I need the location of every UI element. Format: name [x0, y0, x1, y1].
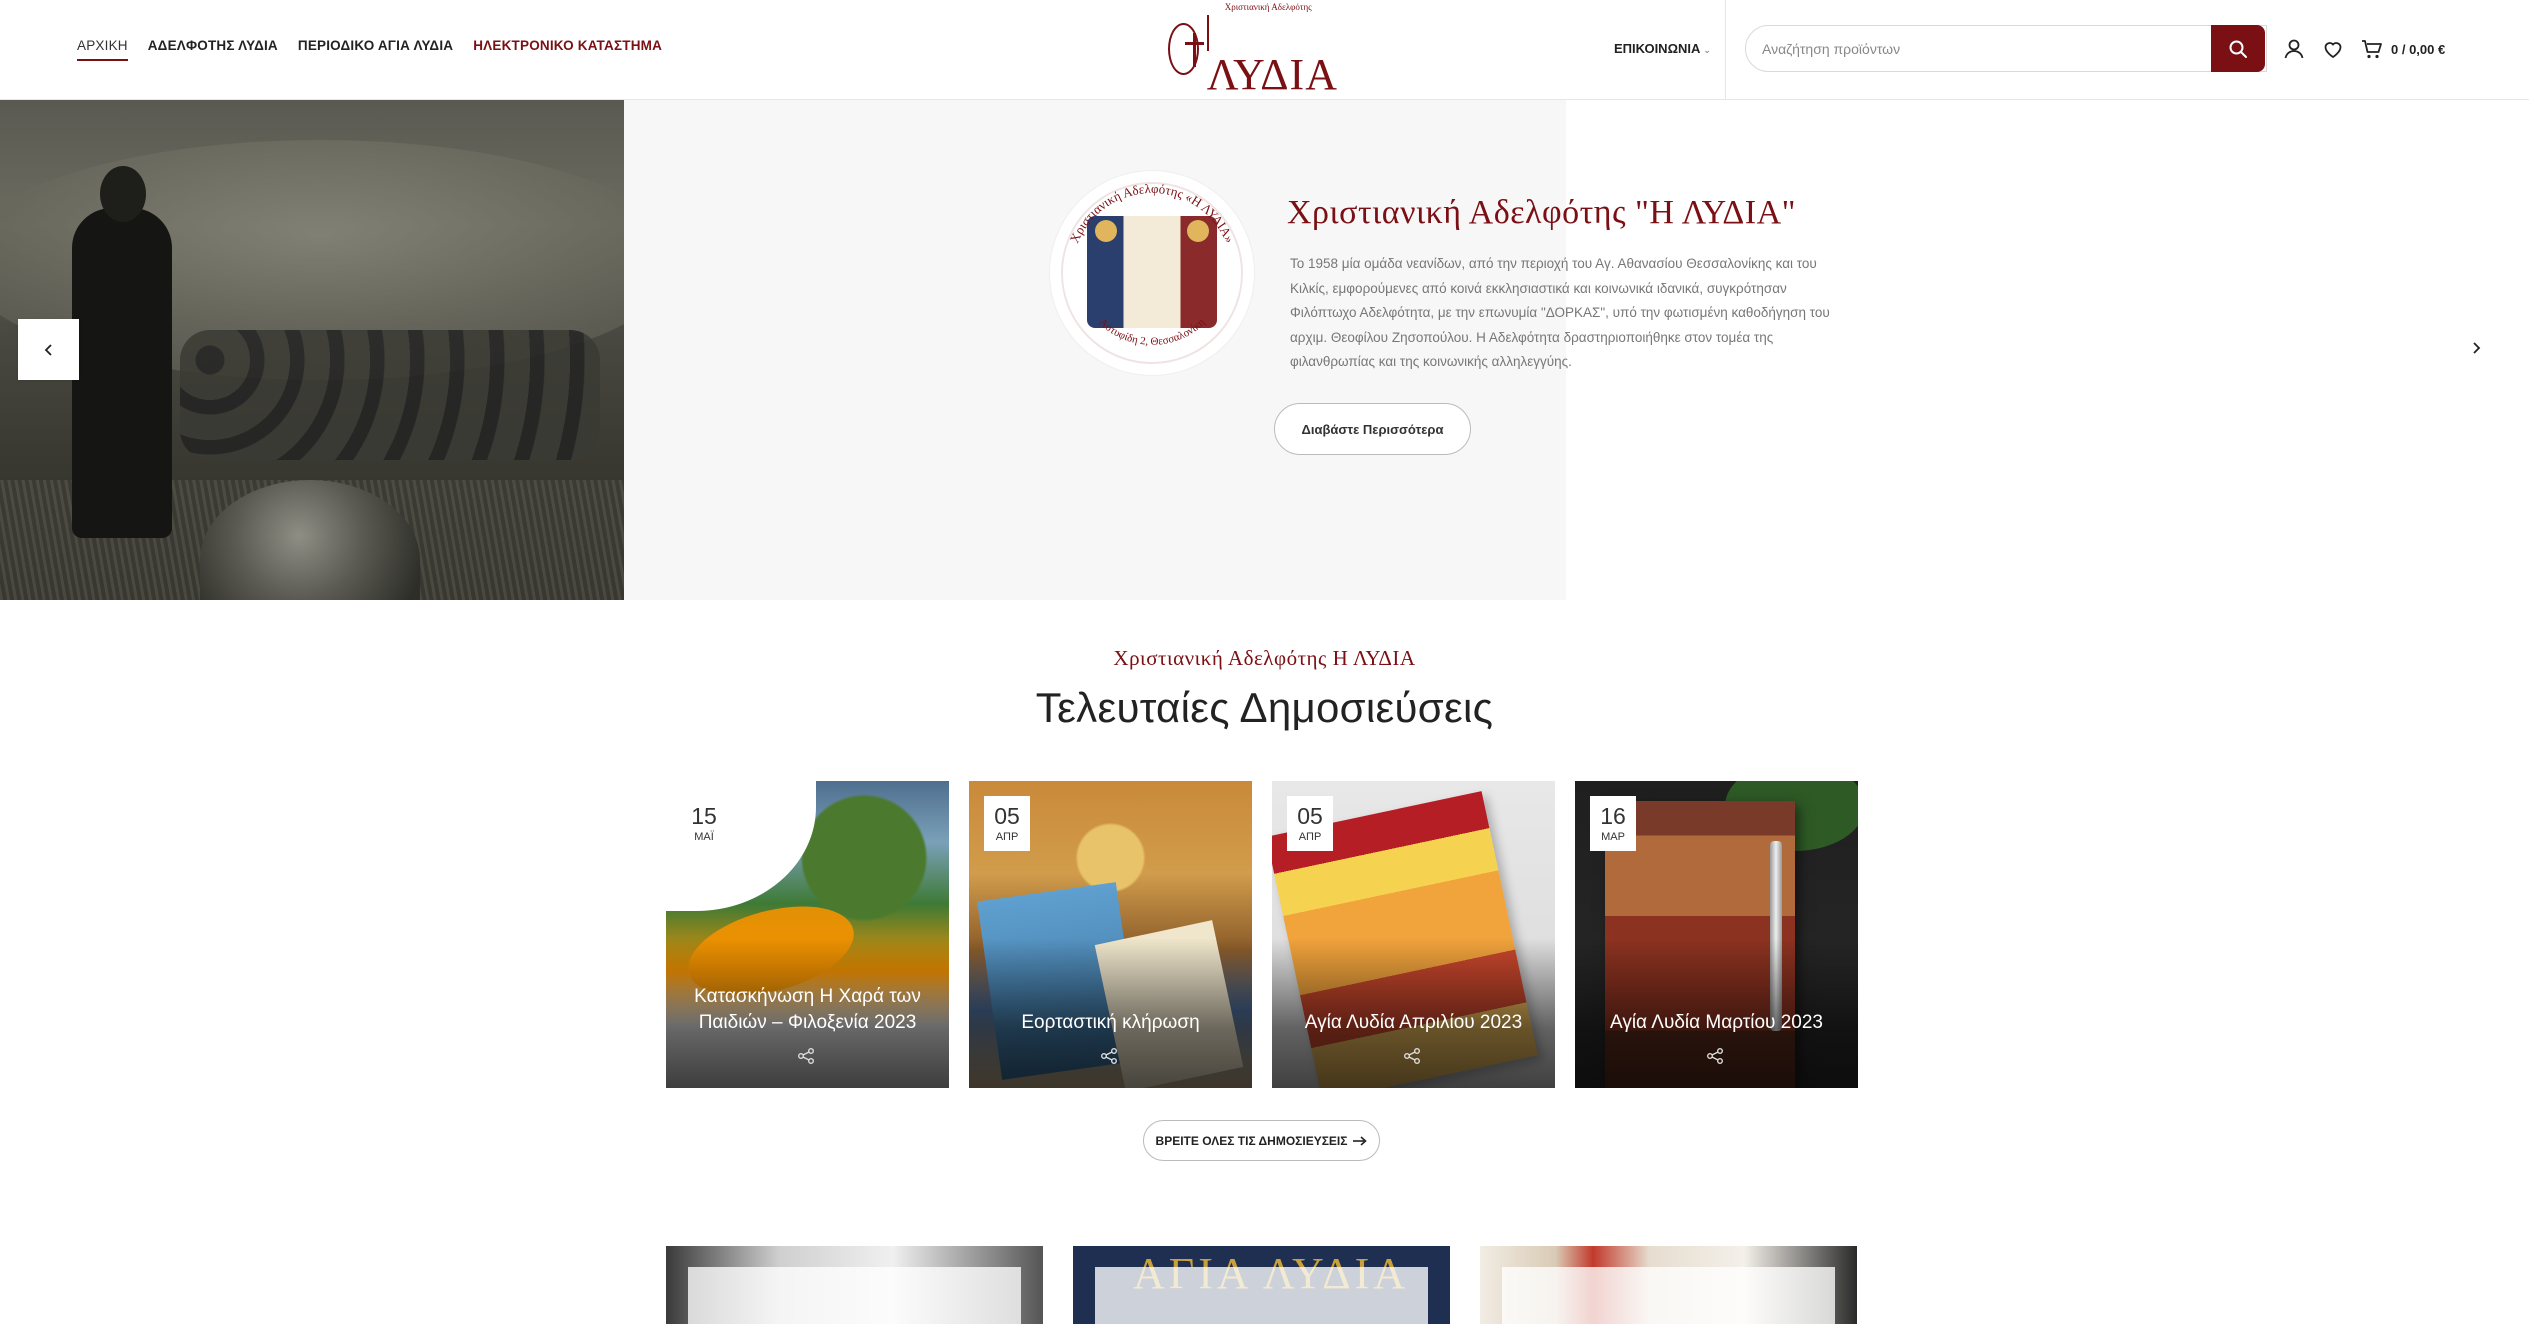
- svg-text:Αστυφίδη 2, Θεσσαλονίκη: Αστυφίδη 2, Θεσσαλονίκη: [1097, 316, 1208, 348]
- post-title[interactable]: Κατασκήνωση Η Χαρά των Παιδιών – Φιλοξεν…: [676, 984, 939, 1036]
- badge-bottom-text: Αστυφίδη 2, Θεσσαλονίκη: [1097, 316, 1208, 348]
- share-icon[interactable]: [1099, 1046, 1119, 1066]
- section-title: Τελευταίες Δημοσιεύσεις: [1035, 684, 1494, 731]
- nav-item-contact[interactable]: ΕΠΙΚΟΙΝΩΝΙΑ ⌄: [1614, 41, 1711, 56]
- cart-icon[interactable]: [2360, 37, 2384, 61]
- search-button[interactable]: [2211, 25, 2265, 72]
- wishlist-heart-icon[interactable]: [2321, 37, 2345, 61]
- fraternity-badge: Χριστιανική Αδελφότης «Η ΛΥΔΙΑ» Αστυφίδη…: [1049, 170, 1255, 376]
- site-header: ΑΡΧΙΚΗ ΑΔΕΛΦΟΤΗΣ ΛΥΔΙΑ ΠΕΡΙΟΔΙΚΟ ΑΓΙΑ ΛΥ…: [0, 0, 2529, 100]
- post-date: 05 ΑΠΡ: [984, 796, 1030, 851]
- featured-card[interactable]: [1480, 1246, 1857, 1324]
- all-posts-label: ΒΡΕΙΤΕ ΟΛΕΣ ΤΙΣ ΔΗΜΟΣΙΕΥΣΕΙΣ: [1155, 1133, 1348, 1148]
- slider-prev-button[interactable]: [18, 319, 79, 380]
- featured-card[interactable]: [666, 1246, 1043, 1324]
- logo-seal-icon: [1168, 23, 1204, 75]
- post-title[interactable]: Εορταστική κλήρωση: [979, 1010, 1242, 1036]
- chevron-down-icon: ⌄: [1703, 45, 1711, 55]
- badge-top-text: Χριστιανική Αδελφότης «Η ΛΥΔΙΑ»: [1066, 181, 1237, 245]
- logo-big-text: ΛΥΔΙΑ: [1206, 50, 1338, 99]
- main-nav: ΑΡΧΙΚΗ ΑΔΕΛΦΟΤΗΣ ΛΥΔΙΑ ΠΕΡΙΟΔΙΚΟ ΑΓΙΑ ΛΥ…: [77, 38, 662, 61]
- featured-card[interactable]: ΑΓΙΑ ΛΥΔΙΑ: [1073, 1246, 1450, 1324]
- post-card[interactable]: 05 ΑΠΡ Αγία Λυδία Απριλίου 2023: [1272, 781, 1555, 1088]
- search-form: [1745, 25, 2267, 72]
- cart-total[interactable]: 0 / 0,00 €: [2391, 42, 2445, 57]
- post-card[interactable]: 15 ΜΑΪ Κατασκήνωση Η Χαρά των Παιδιών – Φ…: [666, 781, 949, 1088]
- nav-item-eshop[interactable]: ΗΛΕΚΤΡΟΝΙΚΟ ΚΑΤΑΣΤΗΜΑ: [473, 38, 662, 61]
- hero-historic-photo: [0, 100, 624, 600]
- read-more-button[interactable]: Διαβάστε Περισσότερα: [1274, 403, 1471, 455]
- site-logo[interactable]: Χριστιανική Αδελφότης ΛΥΔΙΑ: [1168, 2, 1338, 97]
- chevron-left-icon: [44, 343, 52, 356]
- hero-slider: Χριστιανική Αδελφότης «Η ΛΥΔΙΑ» Αστυφίδη…: [0, 100, 2529, 600]
- post-date: 15 ΜΑΪ: [681, 796, 727, 851]
- contact-label: ΕΠΙΚΟΙΝΩΝΙΑ: [1614, 41, 1701, 56]
- search-icon: [2229, 40, 2247, 58]
- arrow-right-icon: [1353, 1135, 1368, 1146]
- post-card[interactable]: 05 ΑΠΡ Εορταστική κλήρωση: [969, 781, 1252, 1088]
- post-title[interactable]: Αγία Λυδία Μαρτίου 2023: [1585, 1010, 1848, 1036]
- post-card[interactable]: 16 ΜΑΡ Αγία Λυδία Μαρτίου 2023: [1575, 781, 1858, 1088]
- slider-next-button[interactable]: [2464, 336, 2488, 360]
- share-icon[interactable]: [1705, 1046, 1725, 1066]
- logo-small-text: Χριστιανική Αδελφότης: [1224, 2, 1312, 12]
- all-posts-button[interactable]: ΒΡΕΙΤΕ ΟΛΕΣ ΤΙΣ ΔΗΜΟΣΙΕΥΣΕΙΣ: [1143, 1120, 1380, 1161]
- account-icon[interactable]: [2282, 37, 2306, 61]
- search-input[interactable]: [1746, 26, 2266, 71]
- hero-title: Χριστιανική Αδελφότης "Η ΛΥΔΙΑ": [1287, 194, 1797, 231]
- share-icon[interactable]: [1402, 1046, 1422, 1066]
- svg-text:Χριστιανική Αδελφότης «Η ΛΥΔΙΑ: Χριστιανική Αδελφότης «Η ΛΥΔΙΑ»: [1066, 181, 1237, 245]
- post-date: 16 ΜΑΡ: [1590, 796, 1636, 851]
- header-divider: [1725, 0, 1726, 100]
- badge-text-ring: Χριστιανική Αδελφότης «Η ΛΥΔΙΑ» Αστυφίδη…: [1066, 181, 1237, 348]
- hero-description: Το 1958 μία ομάδα νεανίδων, από την περι…: [1290, 256, 1830, 369]
- nav-item-home[interactable]: ΑΡΧΙΚΗ: [77, 38, 128, 61]
- post-title[interactable]: Αγία Λυδία Απριλίου 2023: [1282, 1010, 1545, 1036]
- share-icon[interactable]: [796, 1046, 816, 1066]
- nav-item-fraternity[interactable]: ΑΔΕΛΦΟΤΗΣ ΛΥΔΙΑ: [148, 38, 278, 61]
- nav-item-magazine[interactable]: ΠΕΡΙΟΔΙΚΟ ΑΓΙΑ ΛΥΔΙΑ: [298, 38, 453, 61]
- chevron-right-icon: [2473, 342, 2481, 354]
- post-date: 05 ΑΠΡ: [1287, 796, 1333, 851]
- section-subtitle: Χριστιανική Αδελφότης Η ΛΥΔΙΑ: [1113, 646, 1416, 670]
